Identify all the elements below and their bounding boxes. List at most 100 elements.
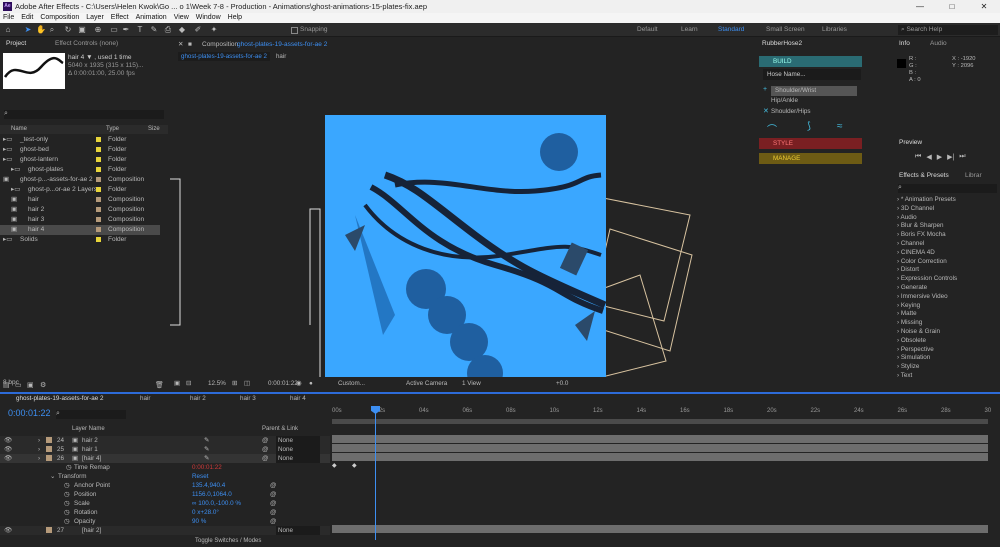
first-frame-icon[interactable]: ⏮ [915,153,921,161]
layer-bar-27[interactable] [332,525,988,533]
maximize-button[interactable]: □ [936,0,968,13]
parent-dropdown[interactable]: None [276,454,320,463]
layer-row[interactable]: 👁 › 26 ▣ [hair 4] ✎ @ None [0,454,330,463]
col-layer-name[interactable]: Layer Name [72,425,105,434]
label-swatch[interactable] [96,197,101,202]
hose-leg-icon[interactable]: ⟆ [807,121,811,132]
effects-category[interactable]: › Boris FX Mocha [897,230,997,239]
layer-row[interactable]: 👁 › 24 ▣ hair 2 ✎ @ None [0,436,330,445]
project-item[interactable]: ▣ hair 2 Composition [0,205,160,215]
effects-category[interactable]: › Missing [897,318,997,327]
interpret-footage-icon[interactable]: ▤ [3,381,10,389]
project-item[interactable]: ▸▭ _test-only Folder [0,135,160,145]
playhead[interactable] [375,406,376,540]
property-row[interactable]: ◷ Opacity 90 % @ [0,517,330,526]
effects-category[interactable]: › Obsolete [897,336,997,345]
col-name[interactable]: Name [11,125,27,134]
label-swatch[interactable] [96,137,101,142]
prev-frame-icon[interactable]: ◀ [926,153,931,161]
switch-icon[interactable]: ✎ [204,445,209,454]
toggle-switches-button[interactable]: Toggle Switches / Modes [195,538,261,544]
project-item[interactable]: ▣ hair 4 Composition [0,225,160,235]
eraser-tool-icon[interactable]: ◆ [178,26,186,34]
time-remap-row[interactable]: ◷ Time Remap 0:00:01:22 [0,463,330,472]
type-tool-icon[interactable]: T [136,26,144,34]
stopwatch-icon[interactable]: ◷ [64,490,70,499]
pen-tool-icon[interactable]: ✒ [122,26,130,34]
style-button[interactable]: STYLE [759,138,862,149]
zoom-dropdown[interactable]: 12.5% [208,379,226,389]
project-item[interactable]: ▸▭ ghost-bed Folder [0,145,160,155]
effects-category[interactable]: › Noise & Grain [897,327,997,336]
switch-icon[interactable]: ✎ [204,454,209,463]
workspace-small-screen[interactable]: Small Screen [766,26,805,33]
tab-effect-controls[interactable]: Effect Controls (none) [55,39,118,49]
timeline-search-input[interactable]: ⌕ [56,410,126,419]
roto-brush-tool-icon[interactable]: ✐ [194,26,202,34]
settings-icon[interactable]: ⚙ [40,381,46,389]
timeline-tab[interactable]: hair 3 [240,395,256,402]
effects-category[interactable]: › 3D Channel [897,204,997,213]
pickwhip-icon[interactable]: @ [262,445,268,454]
effects-category[interactable]: › Expression Controls [897,274,997,283]
close-button[interactable]: ✕ [968,0,1000,13]
remove-icon[interactable]: ✕ [763,107,769,115]
menu-window[interactable]: Window [196,13,221,23]
effects-category[interactable]: › Generate [897,283,997,292]
property-row[interactable]: ◷ Rotation 0 x+28.0° @ [0,508,330,517]
pickwhip-icon[interactable]: @ [262,436,268,445]
work-area-bar[interactable] [332,419,988,424]
parent-dropdown[interactable]: None [276,436,320,445]
menu-animation[interactable]: Animation [136,13,167,23]
add-icon[interactable]: + [763,86,767,93]
label-swatch[interactable] [96,177,101,182]
label-swatch[interactable] [96,147,101,152]
label-swatch[interactable] [46,437,52,443]
label-swatch[interactable] [96,227,101,232]
tab-composition[interactable]: Composition [202,39,238,51]
tab-project[interactable]: Project [6,39,26,49]
viewer-timecode[interactable]: 0:00:01:22 [268,379,298,389]
label-swatch[interactable] [96,237,101,242]
eye-icon[interactable]: 👁 [4,526,12,535]
hose-name-input[interactable]: Hose Name... [763,69,861,80]
hose-option-shoulder-hips[interactable]: Shoulder/Hips [771,108,811,115]
rotate-tool-icon[interactable]: ↻ [64,26,72,34]
layer-row[interactable]: 👁 › 25 ▣ hair 1 ✎ @ None [0,445,330,454]
breadcrumb-item[interactable]: ghost-plates-19-assets-for-ae 2 [178,52,270,61]
effects-category[interactable]: › Matte [897,309,997,318]
stopwatch-icon[interactable]: ◷ [64,517,70,526]
layer-row[interactable]: 👁 27 [hair 2] None [0,526,330,535]
layer-bar-26[interactable] [332,453,988,461]
menu-edit[interactable]: Edit [21,13,33,23]
parent-dropdown[interactable]: None [276,526,320,535]
label-swatch[interactable] [96,217,101,222]
views-dropdown[interactable]: 1 View [462,379,481,389]
stopwatch-icon[interactable]: ◷ [64,508,70,517]
project-item[interactable]: ▸▭ ghost-lantern Folder [0,155,160,165]
expression-icon[interactable]: @ [270,517,276,526]
grid-icon[interactable]: ⊞ [232,379,237,389]
next-frame-icon[interactable]: ▶| [947,153,954,161]
time-ruler[interactable]: 00s 02s 04s 06s 08s 10s 12s 14s 16s 18s 20s 22s 24s 2… [332,408,991,416]
hand-tool-icon[interactable]: ✋ [36,26,46,34]
eye-icon[interactable]: 👁 [4,436,12,445]
lock-icon[interactable]: ■ [188,39,192,51]
label-swatch[interactable] [46,455,52,461]
expression-icon[interactable]: @ [270,499,276,508]
effects-category[interactable]: › Keying [897,301,997,310]
close-icon[interactable]: ✕ [178,39,183,51]
timeline-tab[interactable]: hair 4 [290,395,306,402]
puppet-pin-tool-icon[interactable]: ✦ [210,26,218,34]
composition-viewer[interactable] [170,61,752,377]
last-frame-icon[interactable]: ⏭ [959,153,965,161]
home-icon[interactable]: ⌂ [4,26,12,34]
hose-hand-icon[interactable]: ≈ [837,121,843,132]
always-preview-icon[interactable]: ▣ [174,379,180,389]
effects-category[interactable]: › * Animation Presets [897,195,997,204]
project-search-input[interactable]: ⌕ [4,110,164,119]
transform-row[interactable]: ⌄ Transform Reset [0,472,330,481]
project-item[interactable]: ▣ hair Composition [0,195,160,205]
expand-icon[interactable]: › [38,436,40,445]
effects-search-input[interactable]: ⌕ [898,184,997,193]
